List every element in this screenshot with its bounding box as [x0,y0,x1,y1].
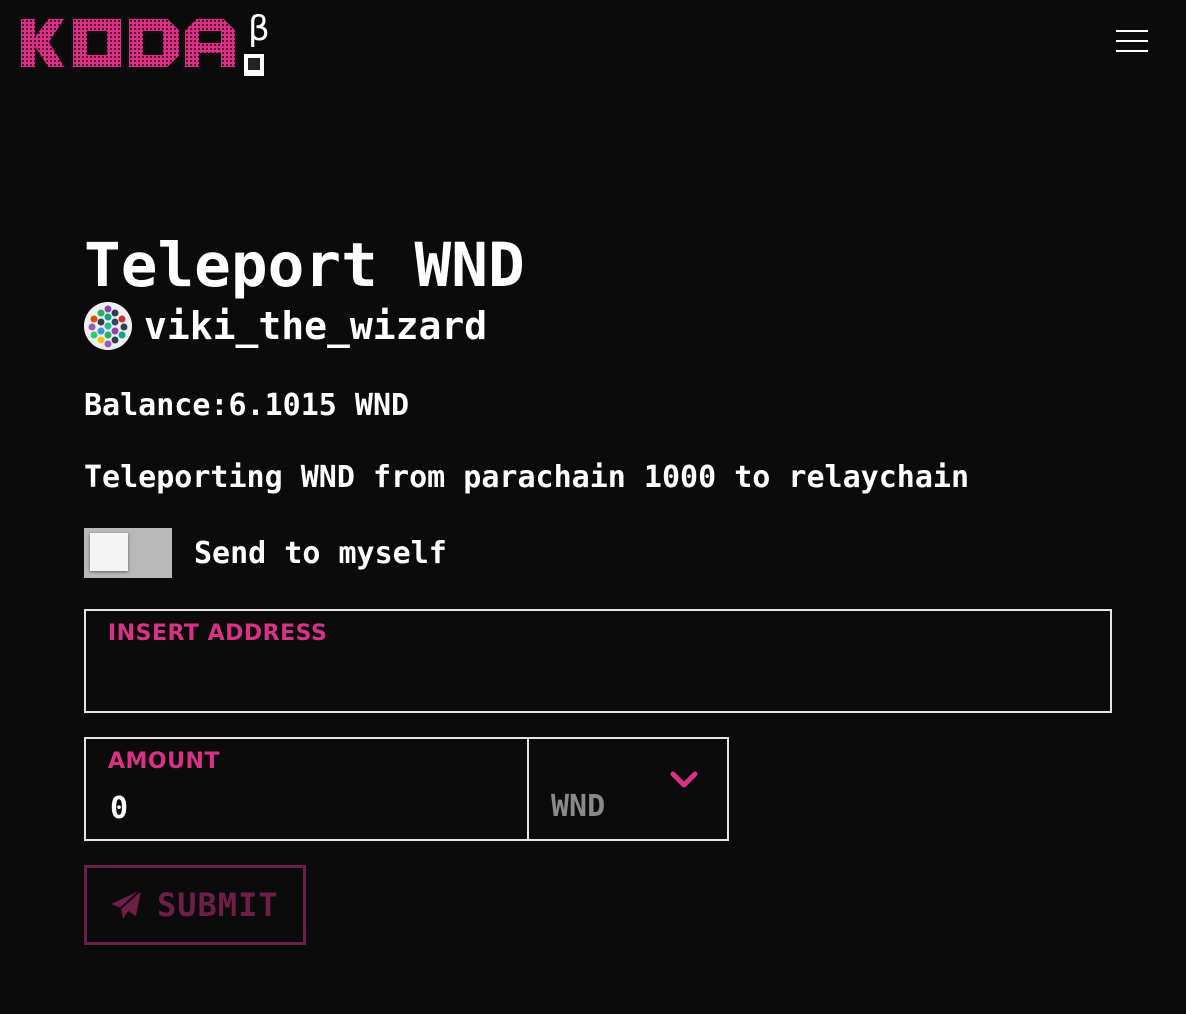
send-to-myself-toggle[interactable] [84,528,172,578]
submit-button[interactable]: SUBMIT [84,865,306,945]
account-name: viki_the_wizard [144,304,488,348]
currency-selected-value: WND [551,789,606,824]
amount-field-label: AMOUNT [108,749,220,774]
send-to-myself-row: Send to myself [84,528,447,578]
address-field[interactable]: INSERT ADDRESS [84,609,1112,713]
currency-select[interactable]: WND [527,737,729,841]
address-field-label: INSERT ADDRESS [108,621,328,646]
amount-input[interactable] [108,787,512,829]
koda-logo[interactable]: β [18,8,278,80]
toggle-knob [90,533,128,571]
teleport-page: β Teleport WND viki_the_wizard Balance:6… [0,0,1186,1014]
koda-logo-icon: β [19,9,270,76]
account-row[interactable]: viki_the_wizard [84,302,487,350]
paper-plane-icon [111,889,142,919]
amount-field[interactable]: AMOUNT [84,737,530,841]
submit-label: SUBMIT [157,886,279,924]
page-title: Teleport WND [84,230,525,301]
teleport-info-text: Teleporting WND from parachain 1000 to r… [84,460,970,495]
chevron-down-icon [670,771,698,788]
balance-text: Balance:6.1015 WND [84,388,410,423]
identicon-avatar [84,302,132,350]
hamburger-menu-icon[interactable] [1113,28,1151,56]
beta-badge: β [248,9,270,49]
send-to-myself-label: Send to myself [194,535,447,571]
address-input[interactable] [108,661,1092,699]
